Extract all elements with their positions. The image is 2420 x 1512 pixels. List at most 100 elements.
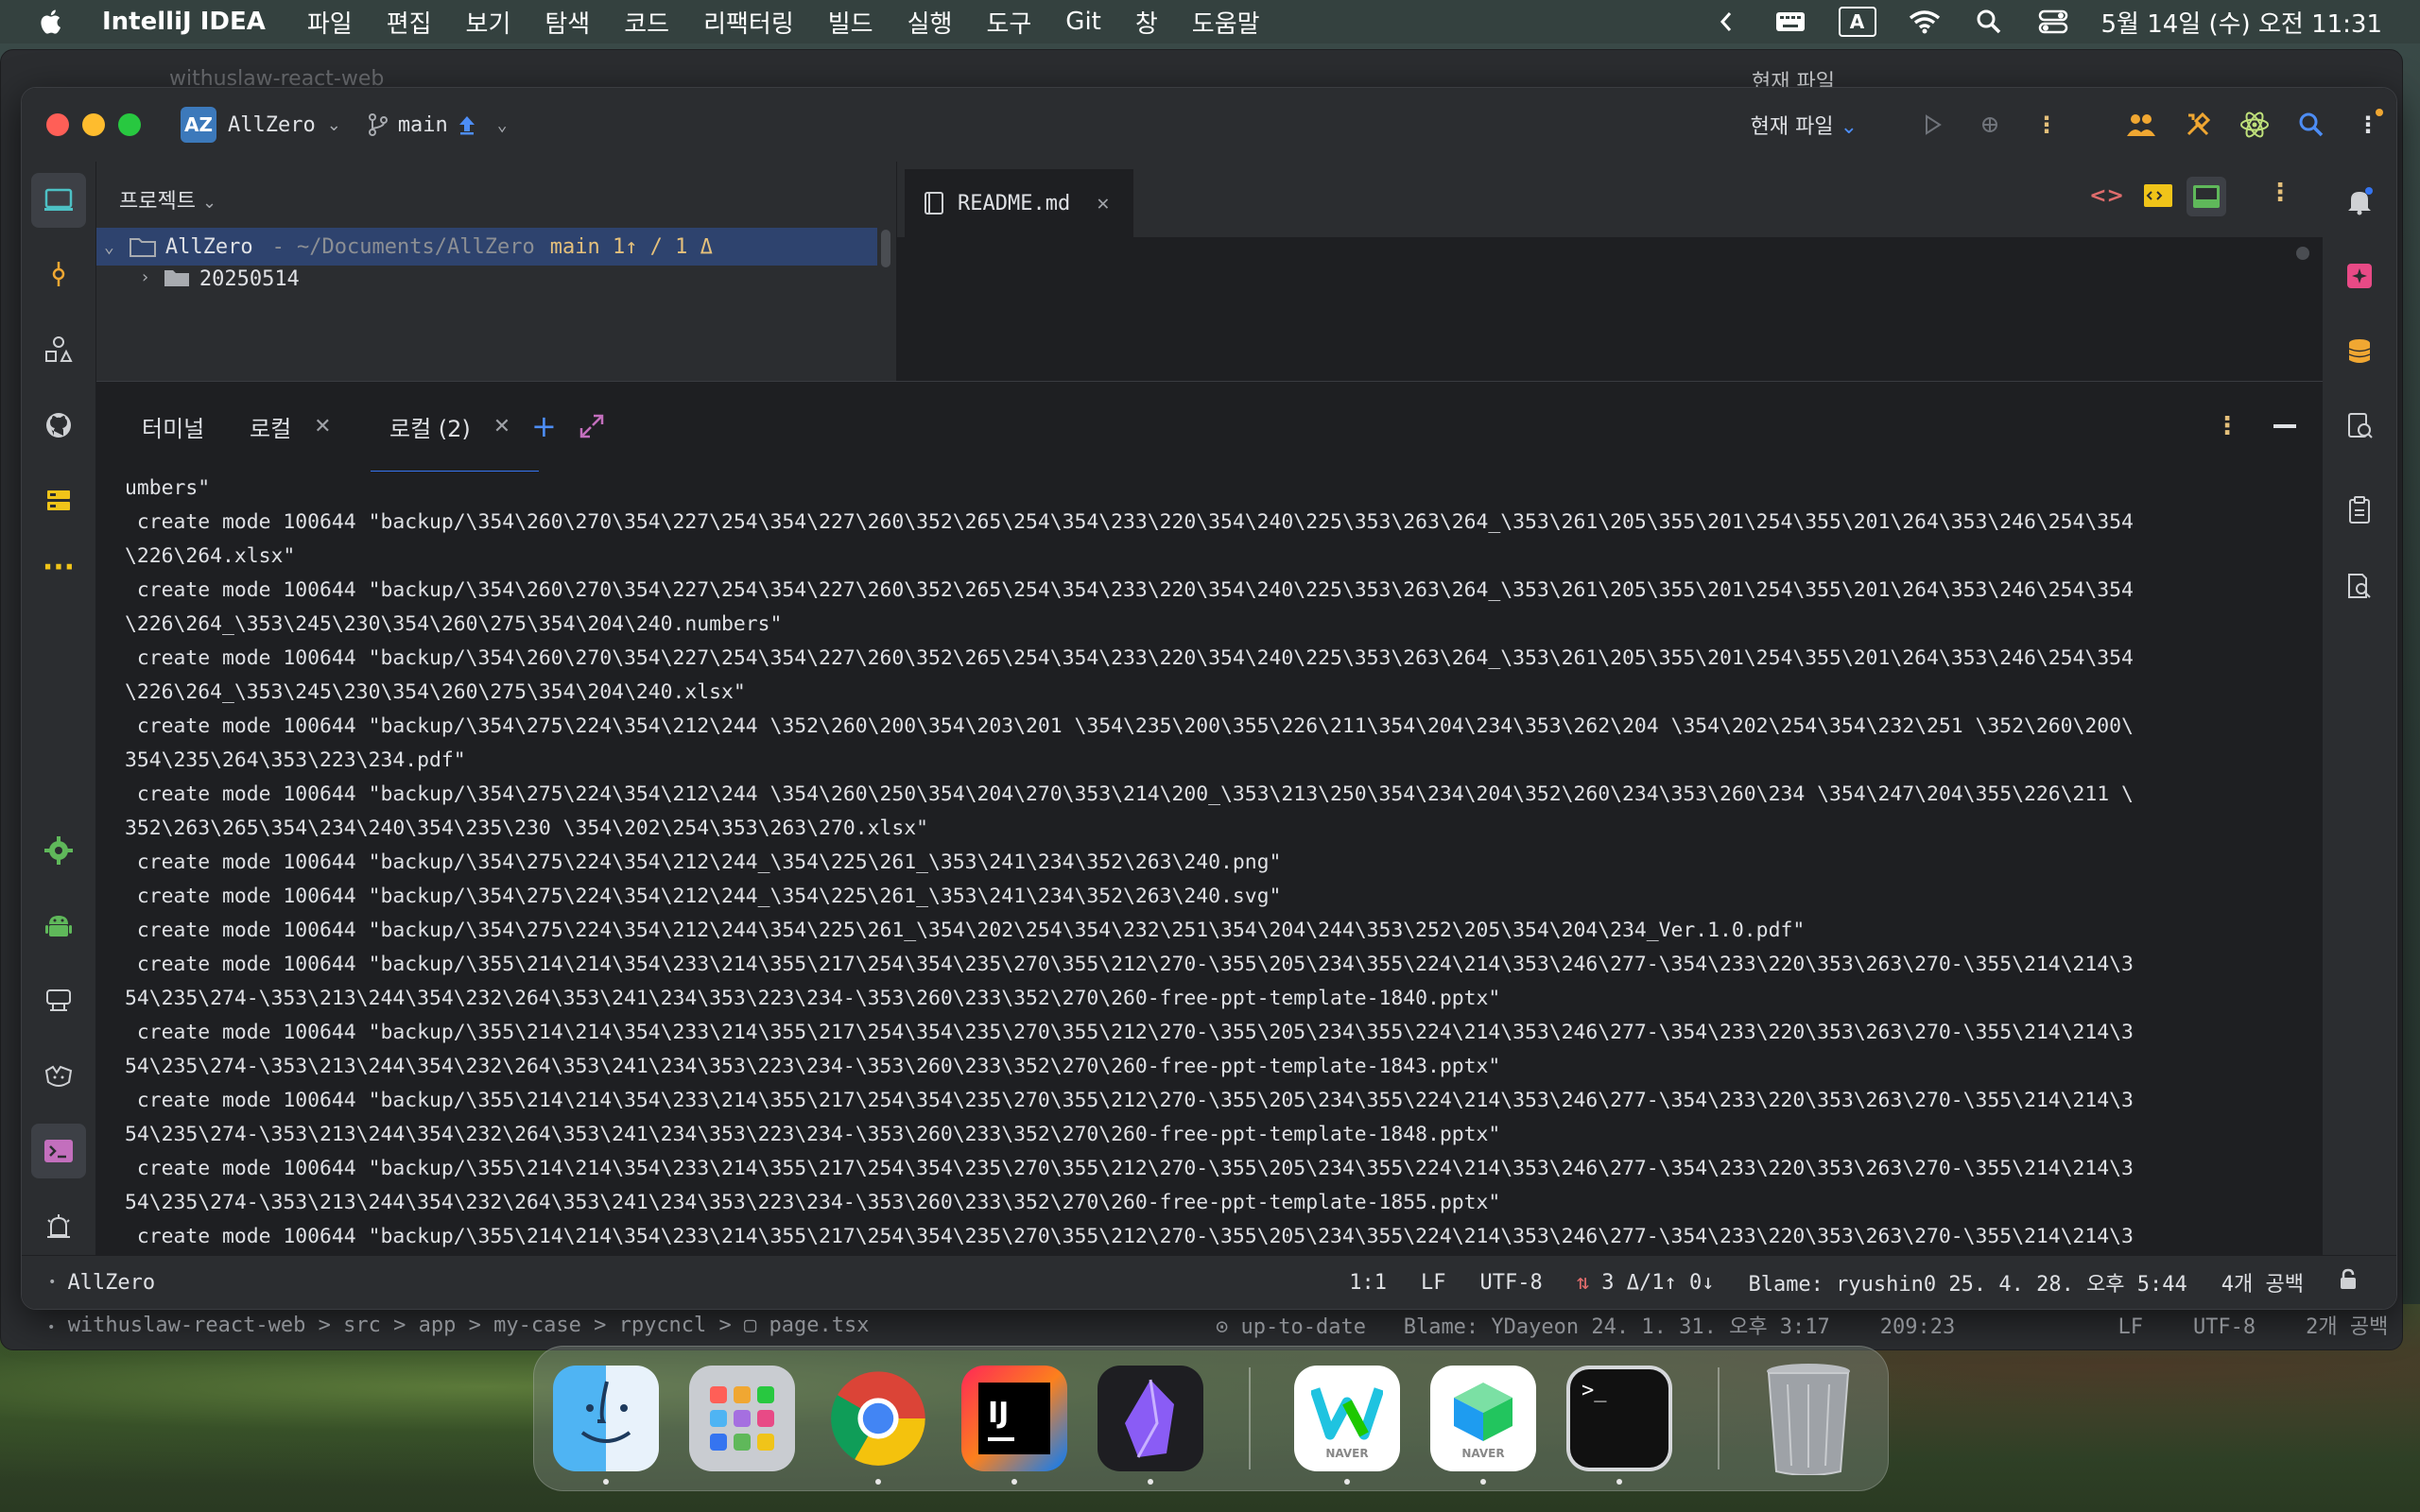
background-breadcrumb[interactable]: • withuslaw-react-web > src > app > my-c…: [47, 1314, 870, 1337]
editor-tabs: README.md ✕ <> ⋮: [897, 162, 2323, 241]
tree-row-root[interactable]: ⌄ AllZero - ~/Documents/AllZero main 1↑ …: [96, 228, 877, 266]
menu-git[interactable]: Git: [1065, 8, 1101, 36]
status-blame[interactable]: Blame: ryushin0 25. 4. 28. 오후 5:44: [1748, 1267, 2187, 1297]
status-project[interactable]: AllZero: [67, 1271, 155, 1295]
database-tool-icon[interactable]: [31, 473, 86, 528]
code-with-me-icon[interactable]: [2113, 101, 2169, 148]
terminal-app-icon[interactable]: >_: [1566, 1366, 1672, 1471]
structure-tool-icon[interactable]: [31, 322, 86, 377]
spotlight-search-icon[interactable]: [1973, 8, 2005, 36]
finder-icon[interactable]: [553, 1366, 659, 1471]
endpoints-icon[interactable]: [31, 974, 86, 1029]
terminal-output[interactable]: umbers" create mode 100644 "backup/\354\…: [96, 472, 2323, 1256]
window-controls: [46, 113, 141, 136]
menu-app-name[interactable]: IntelliJ IDEA: [102, 8, 266, 36]
android-icon[interactable]: [31, 899, 86, 954]
build-tools-icon[interactable]: [2169, 101, 2226, 148]
editor-area[interactable]: [897, 237, 2323, 381]
status-vcs[interactable]: ⇅ 3 Δ/1↑ 0↓: [1577, 1271, 1715, 1295]
run-icon[interactable]: [1905, 101, 1962, 148]
menu-refactor[interactable]: 리팩터링: [703, 5, 794, 40]
debug-icon[interactable]: [1962, 101, 2018, 148]
tab-local[interactable]: 로컬 ✕: [250, 382, 332, 471]
commit-tool-icon[interactable]: [31, 247, 86, 301]
branch-switcher[interactable]: main ⌄: [368, 112, 508, 137]
expand-chevron-icon[interactable]: ⌄: [104, 237, 114, 257]
intellij-window: AZ AllZero ⌄ main ⌄ 현재 파일 ⌄ ⋮ ⋮ ··· 프로젝트…: [21, 87, 2397, 1310]
menu-clock[interactable]: 5월 14일 (수) 오전 11:31: [2101, 5, 2383, 40]
keyboard-icon[interactable]: [1774, 8, 1806, 36]
find-in-file-icon[interactable]: [2332, 558, 2387, 613]
menu-code[interactable]: 코드: [624, 5, 669, 40]
tree-scrollbar[interactable]: [881, 230, 890, 267]
status-indent[interactable]: 4개 공백: [2221, 1267, 2304, 1297]
problems-icon[interactable]: [31, 1199, 86, 1254]
menu-tools[interactable]: 도구: [986, 5, 1031, 40]
apple-menu-icon[interactable]: [38, 8, 66, 36]
naver-cube-icon[interactable]: NAVER: [1430, 1366, 1536, 1471]
more-tools-icon[interactable]: ···: [31, 540, 86, 594]
zoom-window-button[interactable]: [118, 113, 141, 136]
terminal-tool-icon[interactable]: [31, 1124, 86, 1178]
project-switcher[interactable]: AllZero: [228, 113, 316, 137]
trash-icon[interactable]: [1755, 1364, 1861, 1475]
close-tab-icon[interactable]: ✕: [1097, 192, 1109, 215]
run-config-selector[interactable]: 현재 파일 ⌄: [1751, 110, 1858, 140]
status-position[interactable]: 1:1: [1349, 1271, 1387, 1295]
preview-view-icon[interactable]: [2187, 177, 2226, 216]
expand-icon[interactable]: [579, 382, 605, 471]
npm-scripts-icon[interactable]: [31, 1050, 86, 1105]
chrome-icon[interactable]: [825, 1366, 931, 1471]
hide-panel-icon[interactable]: [2273, 382, 2296, 471]
input-source-indicator[interactable]: A: [1838, 7, 1876, 37]
chevron-down-icon[interactable]: ⌄: [327, 115, 341, 135]
menu-help[interactable]: 도움말: [1192, 5, 1260, 40]
database-icon[interactable]: [2332, 324, 2387, 379]
macos-dock: IJ NAVER NAVER >_: [533, 1346, 1889, 1491]
code-view-icon[interactable]: <>: [2089, 184, 2124, 208]
react-icon[interactable]: [2226, 101, 2283, 148]
menu-build[interactable]: 빌드: [828, 5, 873, 40]
menu-navigate[interactable]: 탐색: [544, 5, 590, 40]
tree-row-child[interactable]: › 20250514: [96, 267, 300, 286]
launchpad-icon[interactable]: [689, 1366, 795, 1471]
wifi-icon[interactable]: [1909, 8, 1941, 36]
github-icon[interactable]: [31, 398, 86, 453]
close-tab-icon[interactable]: ✕: [314, 415, 331, 438]
clipboard-icon[interactable]: [2332, 483, 2387, 538]
tab-local-2[interactable]: 로컬 (2) ✕: [371, 382, 539, 475]
services-gear-icon[interactable]: [31, 823, 86, 878]
terminal-options-icon[interactable]: ⋮: [2215, 382, 2239, 471]
obsidian-icon[interactable]: [1098, 1366, 1203, 1471]
lock-icon[interactable]: [2338, 1268, 2359, 1297]
search-everywhere-icon[interactable]: [2283, 101, 2340, 148]
more-actions-icon[interactable]: ⋮: [2018, 101, 2075, 148]
editor-more-icon[interactable]: ⋮: [2268, 179, 2292, 207]
minimize-window-button[interactable]: [82, 113, 105, 136]
tab-readme[interactable]: README.md ✕: [905, 169, 1133, 241]
settings-menu-icon[interactable]: ⋮: [2340, 101, 2396, 148]
project-panel-title[interactable]: 프로젝트 ⌄: [119, 184, 216, 215]
menu-window[interactable]: 창: [1135, 5, 1158, 40]
project-badge[interactable]: AZ: [181, 107, 216, 143]
notifications-bell-icon[interactable]: [2332, 173, 2387, 228]
chevron-right-icon[interactable]: ›: [140, 267, 150, 286]
menu-run[interactable]: 실행: [908, 5, 953, 40]
status-encoding[interactable]: UTF-8: [1480, 1271, 1543, 1295]
project-tool-icon[interactable]: [31, 173, 86, 228]
menu-file[interactable]: 파일: [307, 5, 353, 40]
ai-assistant-icon[interactable]: [2332, 249, 2387, 303]
control-center-icon[interactable]: [2037, 8, 2069, 36]
naver-whale-icon[interactable]: NAVER: [1294, 1366, 1400, 1471]
intellij-idea-icon[interactable]: IJ: [961, 1366, 1067, 1471]
menu-view[interactable]: 보기: [466, 5, 511, 40]
close-tab-icon[interactable]: ✕: [493, 415, 510, 438]
menu-edit[interactable]: 편집: [387, 5, 432, 40]
status-line-separator[interactable]: LF: [1421, 1271, 1446, 1295]
close-window-button[interactable]: [46, 113, 69, 136]
coverage-icon[interactable]: [2332, 398, 2387, 453]
new-tab-plus-icon[interactable]: +: [531, 382, 557, 471]
tab-terminal[interactable]: 터미널: [142, 382, 204, 471]
split-view-icon[interactable]: [2143, 182, 2173, 213]
chevron-left-icon[interactable]: [1710, 8, 1742, 36]
